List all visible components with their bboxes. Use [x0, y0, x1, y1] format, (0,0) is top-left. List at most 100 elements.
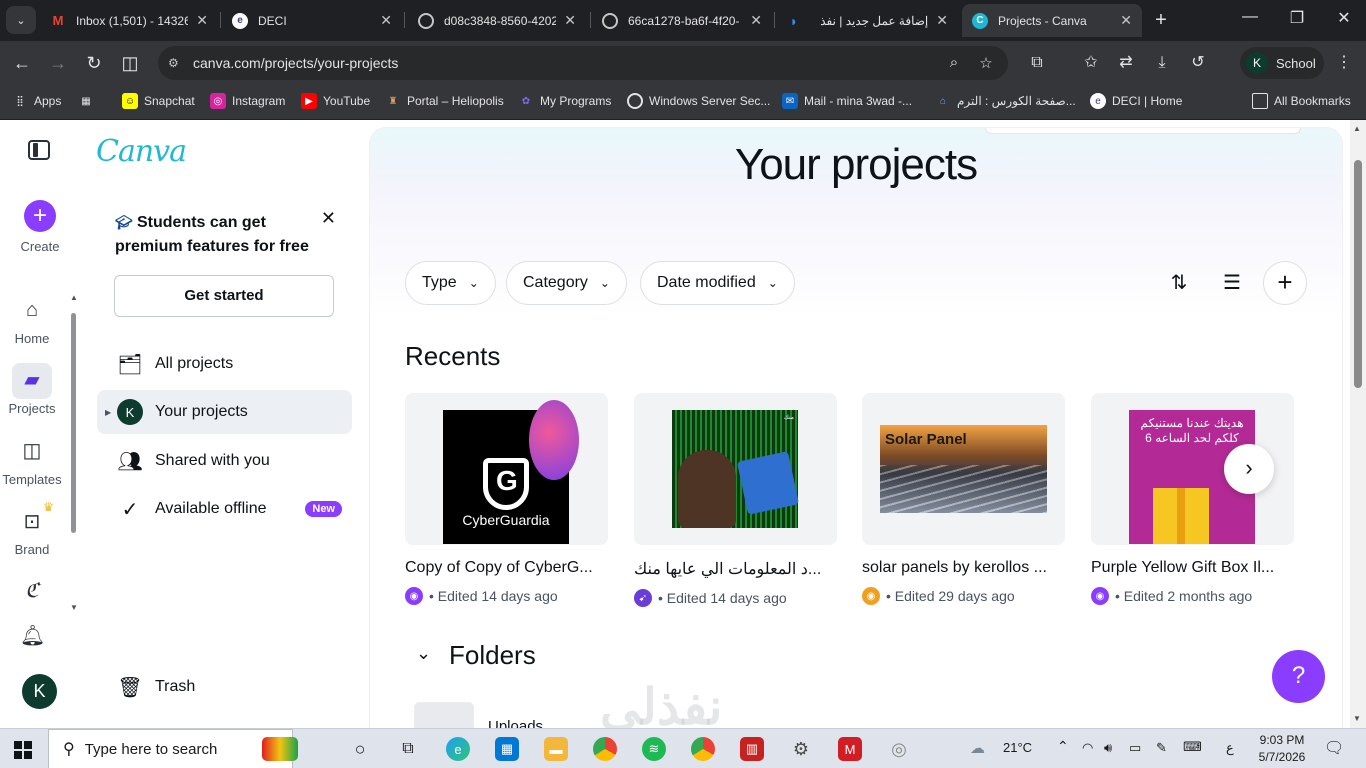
account-avatar[interactable]: K	[22, 674, 57, 709]
tab-gmail[interactable]: M Inbox (1,501) - 14326 ✕	[40, 4, 218, 37]
forward-button[interactable]: →	[47, 52, 69, 74]
keyboard-icon[interactable]: ⌨	[1183, 739, 1202, 755]
bookmark-deci-home[interactable]: e DECI | Home	[1090, 93, 1182, 109]
add-new-button[interactable]: +	[1263, 261, 1307, 305]
design-thumbnail[interactable]: CyberGuardia	[405, 393, 608, 545]
cortana-icon[interactable]: ○	[348, 737, 372, 761]
volume-icon[interactable]: 🔊︎	[1104, 740, 1112, 756]
url-text[interactable]: canva.com/projects/your-projects	[193, 55, 398, 71]
bookmark-mail[interactable]: ✉ Mail - mina 3wad -...	[782, 93, 912, 109]
sidebar-item-all-projects[interactable]: 🗂︎ All projects	[97, 342, 352, 386]
close-icon[interactable]: ✕	[196, 12, 208, 29]
notifications-bell-icon[interactable]: 🔔︎	[20, 624, 45, 648]
app-circle-icon[interactable]: ◎	[887, 737, 911, 761]
mcafee-icon[interactable]: M	[838, 737, 862, 761]
close-icon[interactable]: ✕	[380, 12, 392, 29]
folders-collapse-chevron-icon[interactable]: ⌄	[416, 643, 431, 664]
bookmark-snapchat[interactable]: ☺ Snapchat	[122, 93, 195, 109]
chrome-icon[interactable]	[593, 737, 617, 761]
home-icon[interactable]: ⌂	[20, 298, 44, 322]
brand-icon[interactable]: ⊡	[20, 510, 44, 534]
sidebar-item-trash[interactable]: 🗑︎ Trash	[97, 665, 352, 709]
filter-category-dropdown[interactable]: Category ⌄	[506, 261, 627, 305]
taskbar-clock[interactable]: 9:03 PM 5/7/2026	[1252, 732, 1312, 766]
file-explorer-icon[interactable]: ▬	[544, 737, 568, 761]
design-card[interactable]: CyberGuardia Copy of Copy of CyberG... ◉…	[405, 393, 608, 605]
folders-heading[interactable]: Folders	[449, 640, 536, 671]
bookmark-instagram[interactable]: ◎ Instagram	[210, 93, 285, 109]
history-icon[interactable]: ↺	[1187, 52, 1209, 74]
edge-icon[interactable]: e	[446, 737, 470, 761]
design-name[interactable]: solar panels by kerollos ...	[862, 559, 1065, 577]
tray-chevron-up-icon[interactable]: ⌃	[1057, 738, 1069, 755]
get-started-button[interactable]: Get started	[114, 275, 334, 317]
scroll-up-icon[interactable]: ▲	[1353, 124, 1361, 133]
canva-logo[interactable]: Canva	[96, 134, 187, 169]
scroll-down-icon[interactable]: ▼	[1353, 714, 1361, 723]
templates-icon[interactable]: ◫	[20, 439, 44, 463]
bookmark-star-icon[interactable]: ☆	[976, 54, 996, 72]
close-icon[interactable]: ✕	[321, 208, 336, 229]
sidebar-item-your-projects[interactable]: ▶ K Your projects	[97, 390, 352, 434]
bookmark-course[interactable]: ⌂ صفحة الكورس : الترم...	[935, 93, 1076, 109]
brand-label[interactable]: Brand	[0, 542, 64, 557]
help-button[interactable]: ?	[1272, 650, 1325, 703]
create-button[interactable]: +	[24, 200, 56, 232]
settings-gear-icon[interactable]: ⚙	[789, 737, 813, 761]
tab-canva-projects[interactable]: C Projects - Canva ✕	[962, 4, 1142, 37]
new-tab-button[interactable]: +	[1150, 9, 1172, 31]
design-name[interactable]: ...د المعلومات الي عايها منك	[634, 559, 837, 579]
caret-right-icon[interactable]: ▶	[105, 408, 111, 417]
language-indicator[interactable]: ع	[1226, 740, 1234, 756]
task-view-icon[interactable]: ⧉	[396, 737, 420, 761]
tab-search-button[interactable]: ⌄	[6, 6, 36, 34]
profile-button[interactable]: K School	[1240, 47, 1324, 79]
design-card[interactable]: Solar Panel solar panels by kerollos ...…	[862, 393, 1065, 605]
carousel-next-button[interactable]: ›	[1224, 444, 1274, 494]
tab-66ca1278[interactable]: 66ca1278-ba6f-4f20- ✕	[592, 4, 772, 37]
templates-label[interactable]: Templates	[0, 472, 64, 487]
close-icon[interactable]: ✕	[1120, 12, 1132, 29]
search-bar-edge[interactable]	[985, 128, 1301, 134]
store-icon[interactable]: ▦	[495, 737, 519, 761]
scroll-up-icon[interactable]: ▲	[70, 293, 78, 302]
bookmark-grid[interactable]: ▦	[78, 93, 100, 109]
pen-icon[interactable]: ✎	[1156, 740, 1167, 756]
design-card[interactable]: منك ...د المعلومات الي عايها منك ➹ • Edi…	[634, 393, 837, 607]
side-panel-button[interactable]: ◫	[119, 52, 141, 74]
page-scrollbar[interactable]: ▲ ▼	[1350, 120, 1366, 728]
folder-label[interactable]: Uploads	[488, 718, 543, 728]
close-icon[interactable]: ✕	[936, 12, 948, 29]
battery-icon[interactable]: ▭	[1129, 740, 1141, 756]
notification-center-icon[interactable]: 🗨︎	[1324, 738, 1344, 758]
canva-apps-icon[interactable]: ℭ	[20, 578, 44, 602]
close-icon[interactable]: ✕	[750, 12, 762, 29]
address-bar[interactable]: ⚙ canva.com/projects/your-projects	[158, 46, 1008, 80]
scrollbar-thumb[interactable]	[1354, 160, 1362, 388]
spotify-icon[interactable]: ≋	[642, 737, 666, 761]
reload-button[interactable]: ↻	[83, 52, 105, 74]
bookmark-all[interactable]: All Bookmarks	[1252, 93, 1351, 109]
weather-temp[interactable]: 21°C	[1003, 740, 1032, 755]
filter-date-modified-dropdown[interactable]: Date modified ⌄	[640, 261, 795, 305]
download-icon[interactable]: ⤓	[1151, 52, 1173, 74]
sidebar-item-available-offline[interactable]: ✓ Available offline New	[97, 487, 352, 531]
taskbar-search[interactable]: ⚲ Type here to search	[48, 729, 293, 768]
sort-arrows-icon[interactable]: ⇅	[1164, 268, 1194, 298]
scrollbar-thumb[interactable]	[71, 313, 76, 533]
sidebar-item-shared-with-you[interactable]: 👥︎ Shared with you	[97, 439, 352, 483]
scroll-down-icon[interactable]: ▼	[70, 603, 78, 612]
chrome-profile-icon[interactable]	[691, 737, 715, 761]
bookmark-youtube[interactable]: ▶ YouTube	[301, 93, 370, 109]
search-highlight-icon[interactable]	[262, 737, 298, 761]
design-name[interactable]: Purple Yellow Gift Box Il...	[1091, 559, 1294, 577]
list-view-icon[interactable]: ☰	[1217, 268, 1247, 298]
app-icon[interactable]: ▥	[740, 737, 764, 761]
design-thumbnail[interactable]: منك	[634, 393, 837, 545]
design-card[interactable]: هديتك عندنا مستنيكم كلكم لحد الساعه 6 Pu…	[1091, 393, 1294, 605]
wifi-icon[interactable]: ◠	[1082, 740, 1093, 756]
zoom-icon[interactable]: ⌕	[944, 54, 964, 71]
tab-nafzly[interactable]: ◗ إضافة عمل جديد | نفذ ✕	[776, 4, 958, 37]
bookmark-portal[interactable]: ♜ Portal – Heliopolis	[385, 93, 504, 109]
sidebar-toggle-icon[interactable]	[28, 140, 50, 160]
